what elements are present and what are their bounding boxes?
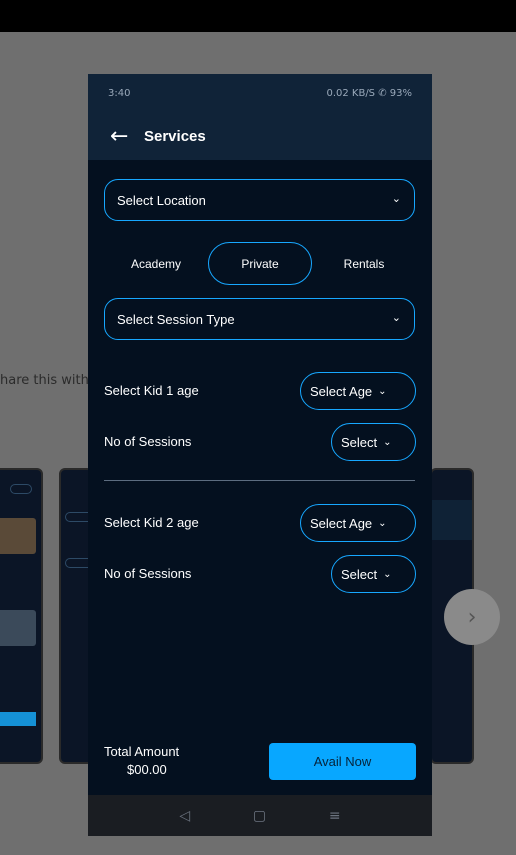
kid-1-age-select-label: Select Age bbox=[310, 383, 373, 399]
tab-academy[interactable]: Academy bbox=[104, 242, 208, 285]
phone-screen: 3:40 0.02 KB/S ✆ 93% ← Services Select L… bbox=[88, 74, 432, 836]
chevron-right-icon: › bbox=[467, 604, 477, 630]
mini-image bbox=[0, 610, 36, 646]
tab-label: Rentals bbox=[343, 256, 385, 271]
back-nav-icon[interactable]: ◁ bbox=[179, 808, 190, 824]
kid-1-age-select[interactable]: Select Age ⌄ bbox=[300, 372, 416, 410]
kid-2-sessions-label: No of Sessions bbox=[104, 566, 192, 581]
carousel-next-button[interactable]: › bbox=[444, 589, 500, 645]
kid-2-sessions-select-label: Select bbox=[341, 566, 378, 582]
chevron-down-icon: ⌄ bbox=[378, 385, 387, 397]
status-icons: 0.02 KB/S ✆ 93% bbox=[326, 87, 412, 99]
location-select-label: Select Location bbox=[117, 192, 206, 208]
menu-nav-icon[interactable]: ≡ bbox=[329, 808, 341, 824]
kid-2-age-select-label: Select Age bbox=[310, 515, 373, 531]
total-amount-label: Total Amount bbox=[104, 744, 180, 759]
tab-label: Academy bbox=[130, 256, 182, 271]
kid-2-sessions-select[interactable]: Select ⌄ bbox=[331, 555, 416, 593]
chevron-down-icon: ⌄ bbox=[391, 312, 401, 324]
kid-1-sessions-label: No of Sessions bbox=[104, 434, 192, 449]
page-title: Services bbox=[144, 127, 206, 145]
chevron-down-icon: ⌄ bbox=[391, 193, 401, 205]
kid-1-sessions-select-label: Select bbox=[341, 434, 378, 450]
session-type-label: Select Session Type bbox=[117, 311, 235, 327]
kid-1-sessions-select[interactable]: Select ⌄ bbox=[331, 423, 416, 461]
top-black-bar bbox=[0, 0, 516, 32]
tab-rentals[interactable]: Rentals bbox=[312, 242, 416, 285]
mini-header bbox=[432, 500, 472, 540]
tab-label: Private bbox=[241, 256, 279, 271]
total-amount-value: $00.00 bbox=[127, 762, 167, 777]
session-type-select[interactable]: Select Session Type ⌄ bbox=[104, 298, 415, 340]
home-nav-icon[interactable]: ▢ bbox=[253, 808, 266, 824]
divider bbox=[104, 480, 415, 481]
mini-image bbox=[0, 518, 36, 554]
chevron-down-icon: ⌄ bbox=[383, 568, 392, 580]
chevron-down-icon: ⌄ bbox=[383, 436, 392, 448]
app-bar: ← Services bbox=[88, 112, 432, 160]
avail-now-button[interactable]: Avail Now bbox=[269, 743, 416, 780]
kid-1-age-label: Select Kid 1 age bbox=[104, 383, 199, 398]
status-bar: 3:40 0.02 KB/S ✆ 93% bbox=[88, 74, 432, 112]
android-nav-bar: ◁ ▢ ≡ bbox=[88, 795, 432, 836]
kid-2-age-select[interactable]: Select Age ⌄ bbox=[300, 504, 416, 542]
mini-button bbox=[0, 712, 36, 726]
status-time: 3:40 bbox=[108, 87, 131, 99]
kid-2-age-label: Select Kid 2 age bbox=[104, 515, 199, 530]
tab-private[interactable]: Private bbox=[208, 242, 312, 285]
gallery-thumbnail-left[interactable] bbox=[0, 468, 43, 764]
back-arrow-icon[interactable]: ← bbox=[110, 124, 144, 149]
location-select[interactable]: Select Location ⌄ bbox=[104, 179, 415, 221]
share-text: hare this with bbox=[0, 373, 89, 388]
chevron-down-icon: ⌄ bbox=[378, 517, 387, 529]
mini-button bbox=[10, 484, 32, 494]
